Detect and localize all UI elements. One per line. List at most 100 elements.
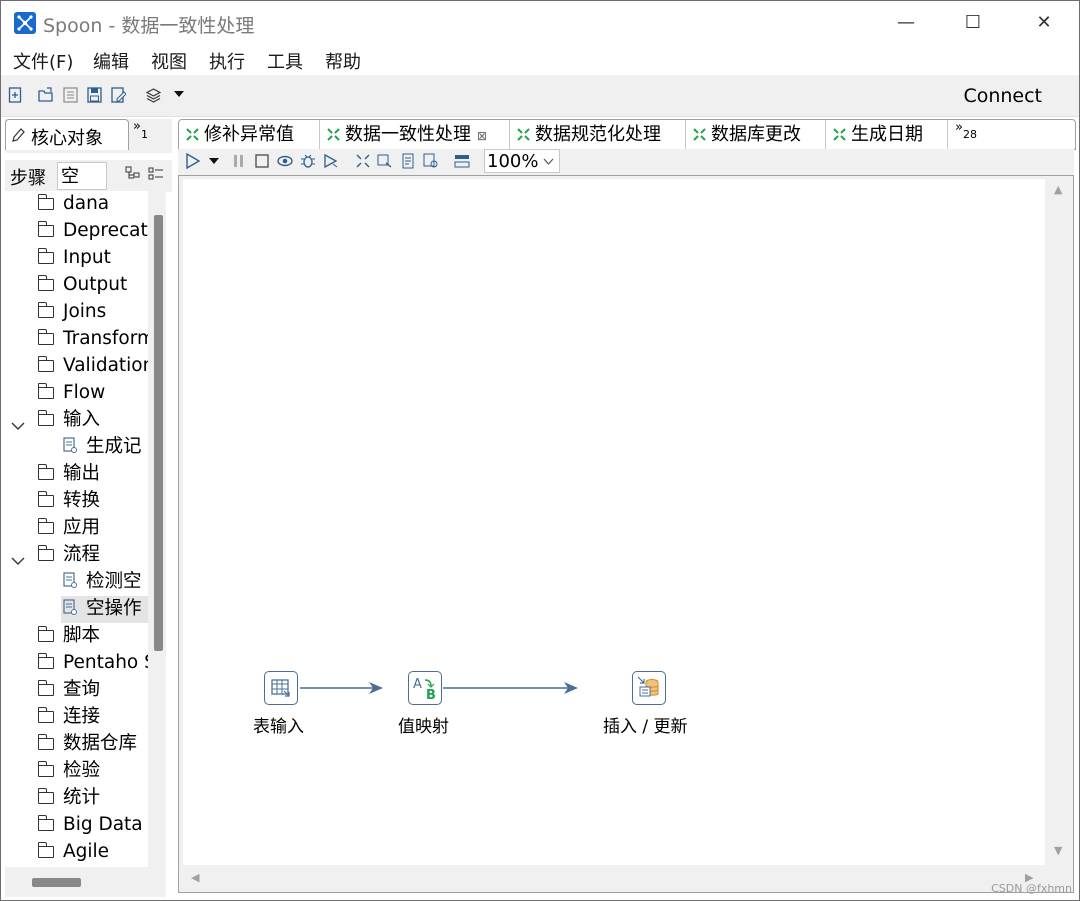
tree-item-label: 查询	[63, 679, 101, 700]
explore-repository-icon[interactable]	[63, 87, 78, 103]
chevron-down-icon[interactable]	[11, 414, 25, 439]
layers-icon[interactable]	[146, 87, 161, 103]
tree-item[interactable]: 连接	[37, 704, 100, 731]
menu-help[interactable]: 帮助	[325, 48, 361, 74]
transformation-icon	[832, 121, 847, 150]
steps-tree-vertical-scrollbar[interactable]	[148, 191, 166, 867]
scroll-up-icon[interactable]: ▲	[1054, 183, 1062, 196]
tree-item[interactable]: Deprecate	[37, 218, 148, 245]
tree-item[interactable]: Input	[37, 245, 111, 272]
verify-icon[interactable]	[355, 153, 371, 169]
tree-item[interactable]: dana	[37, 191, 110, 218]
overflow-chevron-icon[interactable]: »	[133, 119, 141, 134]
folder-icon	[37, 464, 54, 480]
tree-item[interactable]: 输入	[11, 407, 100, 434]
new-file-icon[interactable]	[8, 87, 23, 103]
insert-update-step[interactable]	[632, 671, 666, 705]
transformation-canvas[interactable]: 表输入 A B 值映射 插入 / 更新	[183, 179, 1045, 865]
tree-item[interactable]: Flow	[37, 380, 105, 407]
tree-item[interactable]: 生成记	[61, 434, 148, 461]
scrollbar-thumb[interactable]	[154, 215, 163, 651]
step-icon	[61, 571, 79, 596]
tree-item[interactable]: Transform	[37, 326, 148, 353]
tree-item[interactable]: 查询	[37, 677, 101, 704]
tree-item-label: Output	[63, 274, 128, 295]
tree-item[interactable]: 脚本	[37, 623, 100, 650]
left-tab-overflow-count[interactable]: 1	[141, 128, 148, 141]
steps-tree-horizontal-scrollbar[interactable]	[5, 867, 166, 897]
connect-button[interactable]: Connect	[963, 85, 1042, 107]
editor-tab-label: 数据库更改	[711, 124, 801, 145]
step-search-input[interactable]: 空	[57, 162, 107, 190]
editor-tab[interactable]: 生成日期	[826, 120, 948, 149]
minimize-button[interactable]: —	[891, 9, 921, 37]
sql-icon[interactable]	[400, 153, 416, 169]
tree-item[interactable]: 应用	[37, 515, 100, 542]
stop-icon[interactable]	[254, 153, 270, 169]
preview-icon[interactable]	[277, 153, 293, 169]
save-as-icon[interactable]	[111, 87, 126, 103]
steps-header: 步骤 空	[5, 160, 172, 192]
tree-item[interactable]: 统计	[37, 785, 100, 812]
run-dropdown-icon[interactable]	[208, 156, 220, 166]
impact-icon[interactable]	[377, 153, 393, 169]
scroll-left-icon[interactable]: ◀	[191, 871, 199, 884]
run-icon[interactable]	[185, 153, 201, 169]
replay-icon[interactable]	[323, 153, 339, 169]
tree-item-label: 转换	[63, 490, 101, 511]
editor-tab[interactable]: 数据库更改	[686, 120, 826, 149]
tab-overflow-chevron-icon[interactable]: »	[955, 120, 963, 135]
editor-tab[interactable]: 修补异常值	[179, 120, 320, 149]
tree-item[interactable]: Validation	[37, 353, 148, 380]
tree-item[interactable]: Joins	[37, 299, 106, 326]
menu-view[interactable]: 视图	[151, 48, 187, 74]
editor-tab[interactable]: 数据规范化处理	[510, 120, 686, 149]
tree-item[interactable]: 输出	[37, 461, 100, 488]
canvas-vertical-scrollbar[interactable]: ▲ ▼	[1045, 176, 1073, 866]
tree-item[interactable]: 检验	[37, 758, 100, 785]
menu-run[interactable]: 执行	[209, 48, 245, 74]
collapse-all-icon[interactable]	[148, 166, 164, 182]
save-icon[interactable]	[87, 87, 102, 103]
expand-all-icon[interactable]	[125, 166, 141, 182]
tab-core-objects[interactable]: 核心对象	[5, 119, 129, 150]
explore-db-icon[interactable]	[423, 153, 439, 169]
folder-icon	[37, 842, 54, 858]
tree-item[interactable]: Agile	[37, 839, 109, 866]
editor-tab[interactable]: 数据一致性处理 ⊠	[320, 120, 510, 149]
close-button[interactable]: ✕	[1029, 9, 1059, 37]
tree-item-label: dana	[63, 193, 110, 214]
tree-item[interactable]: Big Data	[37, 812, 143, 839]
maximize-button[interactable]: ☐	[958, 9, 988, 37]
folder-icon	[37, 221, 54, 237]
tree-item[interactable]: Pentaho S	[37, 650, 148, 677]
menu-file[interactable]: 文件(F)	[13, 48, 73, 74]
canvas-horizontal-scrollbar[interactable]: ◀ ▶	[183, 865, 1045, 891]
svg-text:B: B	[426, 688, 436, 703]
tab-overflow-count[interactable]: 28	[963, 128, 977, 141]
tree-item[interactable]: Output	[37, 272, 128, 299]
table-input-step[interactable]	[264, 671, 298, 705]
pause-icon[interactable]	[231, 153, 247, 169]
folder-icon	[37, 302, 54, 318]
debug-icon[interactable]	[300, 153, 316, 169]
zoom-select[interactable]: 100%	[484, 149, 560, 173]
spoon-app-icon	[14, 12, 36, 34]
show-results-icon[interactable]	[454, 153, 470, 169]
menu-edit[interactable]: 编辑	[93, 48, 129, 74]
tab-close-icon[interactable]: ⊠	[477, 129, 487, 143]
hops-layer	[300, 682, 578, 694]
tree-item[interactable]: 数据仓库	[37, 731, 137, 758]
tree-item[interactable]: 转换	[37, 488, 101, 515]
open-file-icon[interactable]	[38, 87, 53, 103]
layers-dropdown-chevron-icon[interactable]	[173, 89, 185, 99]
scroll-down-icon[interactable]: ▼	[1054, 844, 1062, 857]
menu-tools[interactable]: 工具	[267, 48, 303, 74]
tree-item[interactable]: 空操作	[61, 596, 148, 623]
scrollbar-thumb[interactable]	[32, 878, 81, 887]
tree-item[interactable]: 流程	[11, 542, 100, 569]
tree-item[interactable]: 检测空	[61, 569, 148, 596]
chevron-down-icon[interactable]	[11, 549, 25, 574]
value-mapper-step[interactable]: A B	[408, 671, 442, 705]
folder-icon	[37, 356, 54, 372]
